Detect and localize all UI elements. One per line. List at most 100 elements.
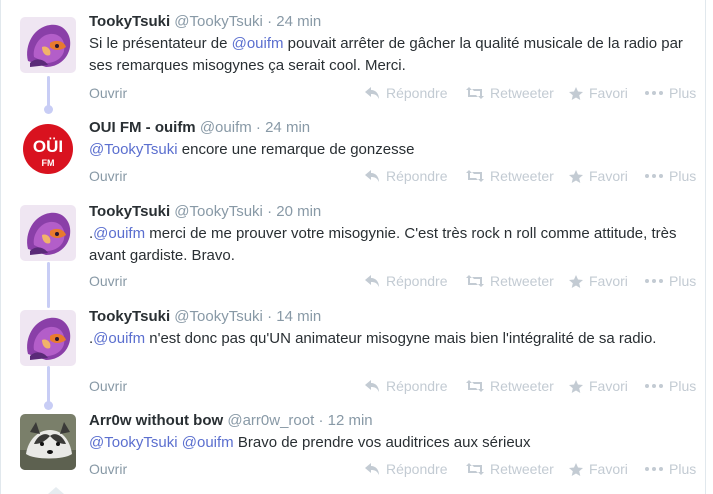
favorite-button[interactable]: Favori [569,378,628,394]
tweet-actions: Ouvrir Répondre Retweeter Favori Plus [0,273,706,291]
mention-link[interactable]: @ouifm [93,330,145,347]
timestamp[interactable]: 20 min [276,203,321,220]
retweet-label: Retweeter [490,168,554,184]
star-icon [569,379,583,393]
fullname[interactable]: Arr0w without bow [89,412,223,429]
fullname[interactable]: TookyTsuki [89,13,170,30]
tweet-actions: Ouvrir Répondre Retweeter Favori Plus [0,168,706,186]
reply-label: Répondre [386,273,448,289]
retweet-icon [466,275,484,287]
expand-link[interactable]: Ouvrir [89,461,127,477]
avatar[interactable] [20,310,76,366]
more-dots-icon [645,174,663,178]
fullname[interactable]: TookyTsuki [89,203,170,220]
username[interactable]: @arr0w_root [227,412,314,429]
more-button[interactable]: Plus [645,85,696,101]
tweet-actions: Ouvrir Répondre Retweeter Favori Plus [0,85,706,103]
reply-button[interactable]: Répondre [365,85,448,101]
tweet[interactable]: TookyTsuki @TookyTsuki · 20 min .@ouifm … [0,197,706,297]
star-icon [569,462,583,476]
mention-link[interactable]: @TookyTsuki [89,141,178,158]
username[interactable]: @TookyTsuki [174,203,263,220]
tweet[interactable]: TookyTsuki @TookyTsuki · 14 min .@ouifm … [0,302,706,402]
reply-button[interactable]: Répondre [365,461,448,477]
reply-button[interactable]: Répondre [365,168,448,184]
reply-button[interactable]: Répondre [365,273,448,289]
favorite-button[interactable]: Favori [569,168,628,184]
separator: · [267,203,273,220]
more-button[interactable]: Plus [645,168,696,184]
timestamp[interactable]: 24 min [276,13,321,30]
logo-text: OÜI [33,137,63,156]
username[interactable]: @TookyTsuki [174,308,263,325]
reply-label: Répondre [386,168,448,184]
favorite-button[interactable]: Favori [569,461,628,477]
more-button[interactable]: Plus [645,273,696,289]
mention-link[interactable]: @TookyTsuki [89,434,178,451]
more-dots-icon [645,279,663,283]
avatar[interactable] [20,205,76,261]
tweet-text: .@ouifm merci de me prouver votre misogy… [89,223,692,267]
separator: · [255,119,261,136]
more-label: Plus [669,378,697,394]
tweet-actions: Ouvrir Répondre Retweeter Favori Plus [0,461,706,479]
favorite-button[interactable]: Favori [569,273,628,289]
retweet-button[interactable]: Retweeter [466,273,554,289]
star-icon [569,86,583,100]
fullname[interactable]: TookyTsuki [89,308,170,325]
timestamp[interactable]: 14 min [276,308,321,325]
reply-label: Répondre [386,378,448,394]
expand-link[interactable]: Ouvrir [89,378,127,394]
favorite-label: Favori [589,378,628,394]
tweet[interactable]: OÜI FM OUI FM - ouifm @ouifm · 24 min @T… [0,113,706,191]
username[interactable]: @TookyTsuki [174,13,263,30]
purple-fox-avatar-icon [20,310,76,366]
mention-link[interactable]: @ouifm [93,225,145,242]
expand-link[interactable]: Ouvrir [89,85,127,101]
retweet-button[interactable]: Retweeter [466,168,554,184]
tweet[interactable]: TookyTsuki @TookyTsuki · 24 min Si le pr… [0,8,706,108]
star-icon [569,169,583,183]
tweet[interactable]: Arr0w without bow @arr0w_root · 12 min @… [0,406,706,494]
more-dots-icon [645,384,663,388]
more-dots-icon [645,91,663,95]
more-label: Plus [669,461,697,477]
retweet-button[interactable]: Retweeter [466,461,554,477]
reply-label: Répondre [386,461,448,477]
tweet-actions: Ouvrir Répondre Retweeter Favori Plus [0,378,706,396]
expand-link[interactable]: Ouvrir [89,273,127,289]
text-segment: Bravo de prendre vos auditrices aux séri… [233,434,531,451]
favorite-button[interactable]: Favori [569,85,628,101]
purple-fox-avatar-icon [20,205,76,261]
favorite-label: Favori [589,273,628,289]
reply-icon [365,275,379,287]
mention-link[interactable]: @ouifm [232,35,284,52]
tweet-text: @TookyTsuki encore une remarque de gonze… [89,139,692,161]
tweet-header: TookyTsuki @TookyTsuki · 20 min [89,202,692,221]
reply-button[interactable]: Répondre [365,378,448,394]
more-button[interactable]: Plus [645,378,696,394]
mention-link[interactable]: @ouifm [182,434,234,451]
timestamp[interactable]: 12 min [328,412,373,429]
avatar[interactable] [20,17,76,73]
text-segment: n'est donc pas qu'UN animateur misogyne … [145,330,657,347]
retweet-label: Retweeter [490,461,554,477]
expand-link[interactable]: Ouvrir [89,168,127,184]
timestamp[interactable]: 24 min [265,119,310,136]
reply-label: Répondre [386,85,448,101]
more-dots-icon [645,467,663,471]
reply-icon [365,87,379,99]
more-button[interactable]: Plus [645,461,696,477]
more-label: Plus [669,85,697,101]
retweet-label: Retweeter [490,273,554,289]
retweet-button[interactable]: Retweeter [466,85,554,101]
tweet-text: .@ouifm n'est donc pas qu'UN animateur m… [89,328,692,350]
tweet-text: Si le présentateur de @ouifm pouvait arr… [89,33,692,77]
separator: · [318,412,324,429]
reply-icon [365,463,379,475]
retweet-button[interactable]: Retweeter [466,378,554,394]
fullname[interactable]: OUI FM - ouifm [89,119,196,136]
username[interactable]: @ouifm [200,119,252,136]
retweet-icon [466,463,484,475]
reply-icon [365,380,379,392]
